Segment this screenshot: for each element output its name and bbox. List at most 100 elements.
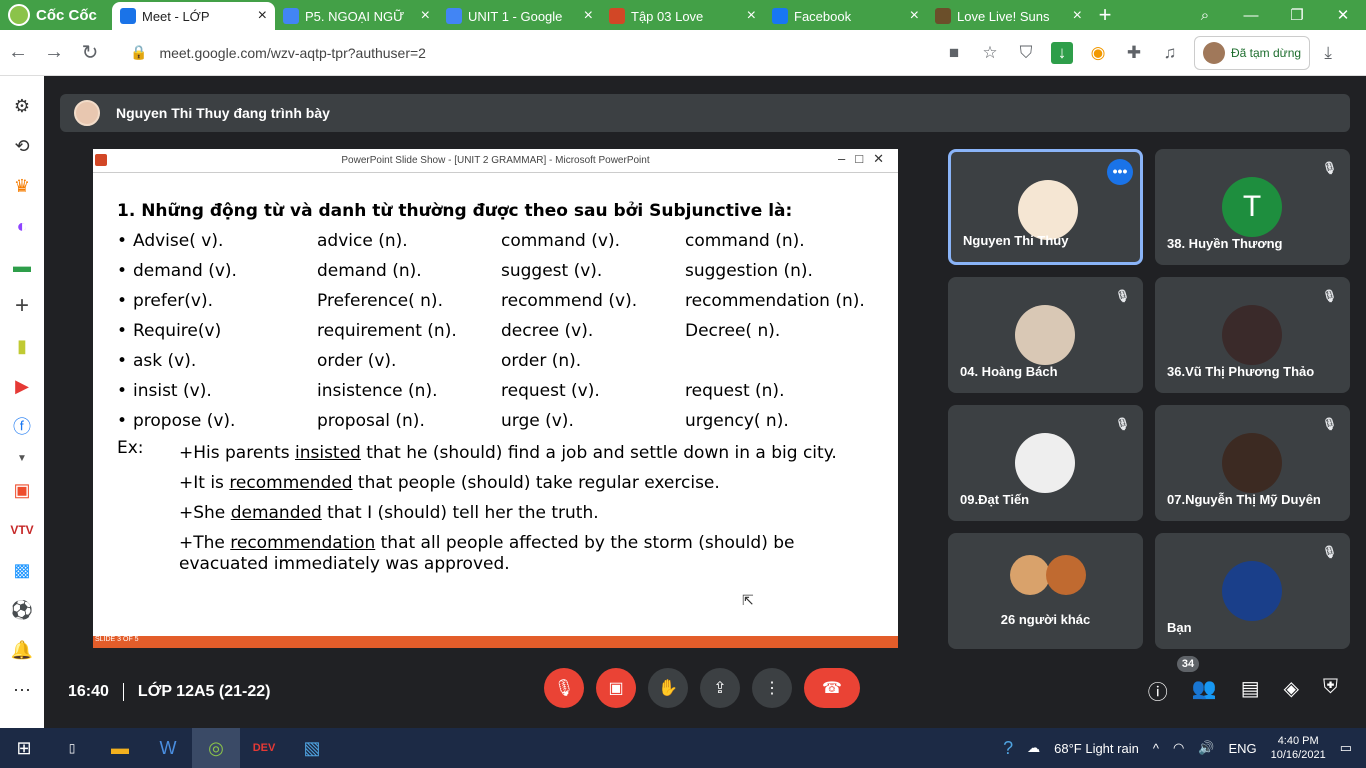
participant-tile[interactable]: 🎙 09.Đạt Tiến [948, 405, 1143, 521]
people-icon[interactable]: 👥 [1192, 676, 1217, 705]
tiki-icon[interactable]: ▩ [0, 550, 44, 590]
close-tab-icon[interactable]: × [1073, 7, 1082, 25]
photos-icon[interactable]: ▧ [288, 728, 336, 768]
browser-tab[interactable]: Facebook × [764, 2, 927, 30]
close-window-button[interactable]: ✕ [1320, 6, 1366, 24]
browser-tab[interactable]: P5. NGOẠI NGỮ × [275, 2, 438, 30]
example-pre: +She [179, 503, 231, 523]
shopee-icon[interactable]: ▣ [0, 470, 44, 510]
close-tab-icon[interactable]: × [747, 7, 756, 25]
puzzle-icon[interactable]: ✚ [1116, 43, 1152, 63]
close-tab-icon[interactable]: × [584, 7, 593, 25]
raise-hand-button[interactable]: ✋ [648, 668, 688, 708]
devcpp-icon[interactable]: DEV [240, 728, 288, 768]
new-tab-button[interactable]: + [1090, 2, 1120, 30]
participant-count-badge: 34 [1177, 656, 1199, 672]
star-icon[interactable]: ☆ [972, 43, 1008, 63]
vocab-cell: request (v). [501, 381, 600, 401]
language-indicator[interactable]: ENG [1228, 741, 1256, 756]
forward-button[interactable]: → [36, 41, 72, 64]
windows-start-icon[interactable]: ⊞ [0, 728, 48, 768]
bell-icon[interactable]: 🔔 [0, 630, 44, 670]
help-icon[interactable]: ? [1003, 738, 1013, 759]
participant-tile[interactable]: 🎙 04. Hoàng Bách [948, 277, 1143, 393]
crown-icon[interactable]: ♛ [0, 166, 44, 206]
participant-tile[interactable]: 🎙 Bạn [1155, 533, 1350, 649]
shield-icon[interactable]: ⛉ [1008, 43, 1044, 63]
coccoc-taskbar-icon[interactable]: ◎ [192, 728, 240, 768]
avatar [1222, 305, 1282, 365]
profile-button[interactable]: Đã tạm dừng [1194, 35, 1311, 70]
history-icon[interactable]: ⟲ [0, 126, 44, 166]
notifications-icon[interactable]: ▭ [1340, 740, 1352, 756]
participant-tile[interactable]: T 🎙 38. Huyền Thương [1155, 149, 1350, 265]
close-tab-icon[interactable]: × [258, 7, 267, 25]
weather-text[interactable]: 68°F Light rain [1054, 741, 1139, 756]
browser-tab[interactable]: Tập 03 Love × [601, 2, 764, 30]
add-icon[interactable]: + [0, 286, 44, 326]
host-controls-icon[interactable]: ⛨ [1323, 676, 1338, 705]
facebook-icon[interactable]: ⓕ [0, 406, 44, 446]
minimize-button[interactable]: — [1228, 7, 1274, 24]
wifi-icon[interactable]: ◠ [1173, 740, 1184, 756]
back-button[interactable]: ← [0, 41, 36, 64]
reload-button[interactable]: ↻ [72, 40, 108, 65]
vocab-row: • insist (v). insistence (n). request (v). r… [117, 376, 898, 406]
maximize-button[interactable]: ❐ [1274, 6, 1320, 24]
info-icon[interactable]: ⓘ [1148, 676, 1168, 705]
vocab-cell: decree (v). [501, 321, 594, 341]
leave-call-button[interactable]: ☎ [804, 668, 860, 708]
download-icon[interactable]: ↓ [1051, 41, 1073, 64]
browser-tab[interactable]: UNIT 1 - Google × [438, 2, 601, 30]
downloads-icon[interactable]: ⤓ [1310, 43, 1346, 63]
file-explorer-icon[interactable]: ▬ [96, 728, 144, 768]
playlist-icon[interactable]: ♫ [1152, 43, 1188, 63]
extension-icon[interactable]: ◉ [1080, 43, 1116, 63]
youtube-icon[interactable]: ▶ [0, 366, 44, 406]
browser-tab[interactable]: Meet - LỚP × [112, 2, 275, 30]
participant-tile[interactable]: ••• Nguyen Thi Thuy [948, 149, 1143, 265]
browser-brand[interactable]: Cốc Cốc [0, 0, 112, 30]
activities-icon[interactable]: ◈ [1284, 676, 1299, 705]
tab-favicon-icon [772, 8, 788, 24]
notes-icon[interactable]: ▮ [0, 326, 44, 366]
chevron-up-icon[interactable]: ^ [1153, 741, 1159, 756]
chevron-down-icon[interactable]: ▼ [0, 446, 44, 470]
vtv-icon[interactable]: VTV [0, 510, 44, 550]
more-icon[interactable]: ••• [1107, 159, 1133, 185]
present-button[interactable]: ⇪ [700, 668, 740, 708]
mic-off-button[interactable]: 🎙 [544, 668, 584, 708]
camera-icon[interactable]: ■ [936, 43, 972, 63]
task-view-icon[interactable]: ▯ [48, 728, 96, 768]
football-icon[interactable]: ⚽ [0, 590, 44, 630]
weather-icon: ☁ [1027, 740, 1041, 755]
close-tab-icon[interactable]: × [421, 7, 430, 25]
gamepad-icon[interactable]: ▬ [0, 246, 44, 286]
participant-tile[interactable]: 🎙 07.Nguyễn Thị Mỹ Duyên [1155, 405, 1350, 521]
close-tab-icon[interactable]: × [910, 7, 919, 25]
gear-icon[interactable]: ⚙ [0, 86, 44, 126]
vocab-cell: requirement (n). [317, 321, 457, 341]
url-field[interactable]: 🔒 meet.google.com/wzv-aqtp-tpr?authuser=… [116, 35, 936, 70]
search-tabs-icon[interactable]: ⌕ [1182, 7, 1228, 24]
browser-tab[interactable]: Love Live! Suns × [927, 2, 1090, 30]
vocab-cell: recommend (v). [501, 291, 638, 311]
participant-name: 38. Huyền Thương [1167, 236, 1283, 251]
tab-title: Facebook [794, 8, 852, 24]
vocab-cell: urgency( n). [685, 411, 789, 431]
messenger-icon[interactable]: ◐ [0, 206, 44, 246]
more-icon[interactable]: ⋯ [0, 670, 44, 710]
tab-title: UNIT 1 - Google [468, 8, 563, 24]
example-post: that people (should) take regular exerci… [352, 473, 720, 493]
participant-tile[interactable]: 🎙 36.Vũ Thị Phương Thảo [1155, 277, 1350, 393]
vocab-cell: Advise( v). [133, 231, 224, 251]
tab-title: P5. NGOẠI NGỮ [305, 8, 405, 24]
volume-icon[interactable]: 🔊 [1198, 740, 1214, 756]
word-icon[interactable]: W [144, 728, 192, 768]
participant-tile[interactable]: 26 người khác [948, 533, 1143, 649]
more-options-button[interactable]: ⋮ [752, 668, 792, 708]
clock[interactable]: 4:40 PM 10/16/2021 [1271, 734, 1326, 762]
vocab-cell: propose (v). [133, 411, 236, 431]
camera-off-button[interactable]: ▣ [596, 668, 636, 708]
chat-icon[interactable]: ▤ [1241, 676, 1260, 705]
